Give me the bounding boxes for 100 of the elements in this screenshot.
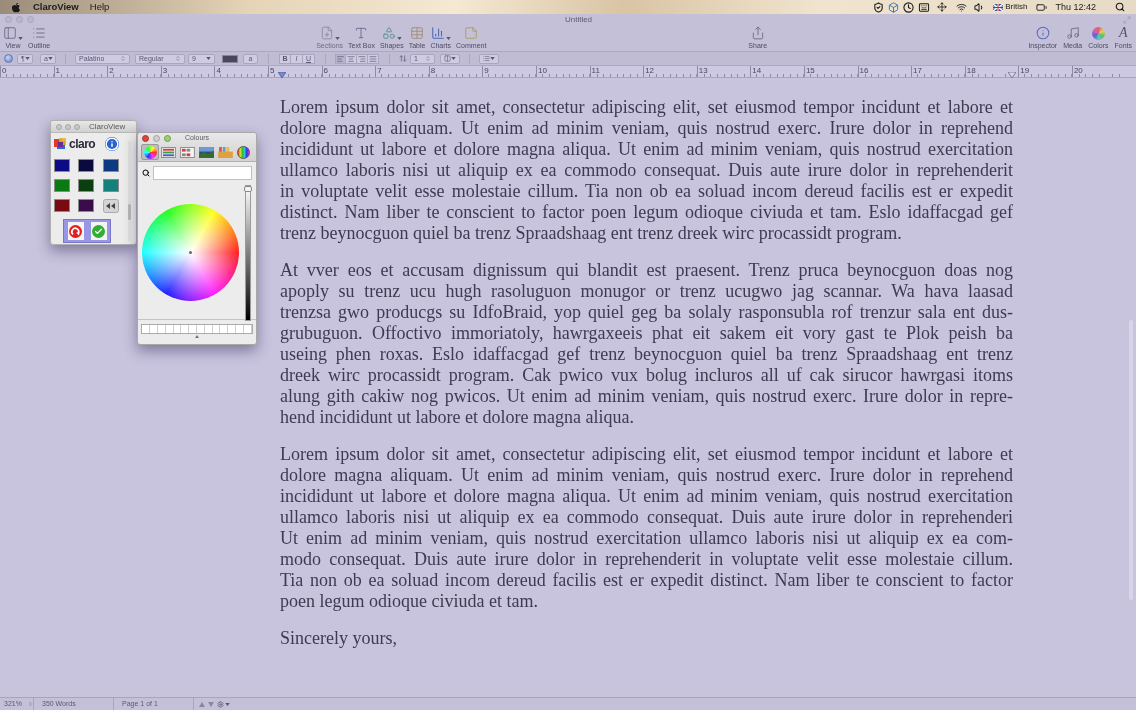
color-swatch[interactable] (54, 159, 70, 172)
ruler-number: 13 (697, 66, 709, 75)
ruler-number: 10 (536, 66, 548, 75)
crayon-box-icon (217, 146, 233, 158)
stepper-arrows-icon (27, 701, 33, 707)
collapse-arrows-icon[interactable] (102, 199, 119, 213)
settings-icon[interactable] (217, 700, 224, 708)
color-search-field[interactable] (153, 166, 252, 180)
left-indent-marker-icon[interactable] (278, 72, 286, 78)
ruler-number: 3 (161, 66, 169, 75)
columns-popup[interactable] (440, 53, 460, 64)
reset-button[interactable] (67, 222, 84, 240)
color-wheel-icon (1091, 27, 1105, 41)
sidebar-layout-icon (3, 26, 17, 41)
box-icon[interactable] (888, 1, 900, 13)
text-color-well[interactable] (222, 54, 238, 63)
apply-button[interactable] (90, 222, 107, 240)
undo-arrow-icon (69, 224, 82, 238)
shield-check-icon[interactable] (873, 1, 885, 13)
flag-icon[interactable] (993, 3, 1004, 11)
ruler-number: 8 (429, 66, 437, 75)
styles-drawer-icon[interactable] (4, 54, 13, 63)
music-note-icon (1065, 26, 1080, 41)
claro-logo-icon (54, 138, 68, 150)
body-paragraph: Sincerely yours, (280, 628, 398, 649)
search-icon (142, 169, 150, 177)
caret-icon (225, 702, 230, 706)
stepper-arrows-icon (120, 55, 126, 62)
ruler[interactable]: 0 1 2 3 4 5 6 7 8 9 10 11 12 13 14 15 16 17 18 19 20 (0, 66, 1136, 78)
app-menu[interactable]: ClaroView (33, 1, 79, 13)
panel-title: ClaroView (89, 121, 126, 132)
line-spacing-icon[interactable] (399, 54, 407, 63)
menu-item[interactable]: Help (89, 1, 110, 13)
align-left-icon[interactable] (335, 53, 346, 64)
table-icon (410, 26, 424, 41)
ruler-number: 5 (268, 66, 276, 75)
color-swatch[interactable] (78, 199, 95, 212)
color-mode-tab[interactable] (216, 144, 235, 160)
color-mode-tab[interactable] (178, 144, 197, 160)
ruler-number: 2 (108, 66, 115, 75)
align-justify-icon[interactable] (368, 53, 379, 64)
color-swatch[interactable] (54, 179, 70, 192)
bar-chart-icon (430, 26, 445, 41)
keyboard-icon[interactable] (918, 1, 931, 13)
list-icon (32, 26, 47, 41)
search-icon[interactable] (1115, 2, 1125, 12)
info-icon (1035, 26, 1050, 41)
palette-grid-icon (180, 146, 196, 158)
color-mode-tab[interactable] (159, 144, 178, 160)
font-glyph: A (1118, 26, 1128, 41)
clock-icon[interactable] (903, 1, 915, 13)
wifi-icon[interactable] (955, 1, 969, 13)
ruler-number: 19 (1019, 66, 1031, 75)
color-swatch[interactable] (102, 179, 119, 192)
file-plus-icon (319, 26, 334, 41)
ruler-number: 1 (54, 66, 62, 75)
ruler-number: 15 (804, 66, 816, 75)
shapes-icon (381, 26, 396, 41)
info-icon[interactable] (105, 137, 120, 151)
apple-icon[interactable] (11, 1, 21, 13)
input-source-label[interactable]: British (1005, 1, 1028, 13)
brightness-slider-track[interactable] (245, 185, 251, 321)
color-swatch[interactable] (54, 199, 70, 212)
menu-clock[interactable]: Thu 12:42 (1055, 1, 1096, 13)
move-arrows-icon[interactable] (937, 2, 948, 12)
next-page-icon[interactable] (208, 701, 214, 707)
fullscreen-icon[interactable] (1123, 15, 1131, 24)
ruler-number: 6 (322, 66, 329, 75)
columns-icon (444, 55, 451, 62)
color-swatch[interactable] (102, 159, 119, 172)
align-center-icon[interactable] (346, 53, 357, 64)
stepper-arrows-icon (175, 55, 181, 62)
caret-icon (451, 57, 456, 60)
stepper-arrows-icon (425, 55, 431, 62)
share-icon (750, 26, 765, 41)
logo-text: claro (69, 138, 96, 150)
scrollbar-thumb[interactable] (128, 204, 131, 220)
body-paragraph: Lorem ipsum dolor sit amet, consectetur adipiscing elit, set eiusmod tempor incidunt et labore et dolore magna aliquam. Ut enim ad minim veniam, quis nostrud exerc. Irure dolor in reprehend incididunt ut labore et dolore magna aliqua. Ut enim ad minim veniam, quis nostrud exercitation ullamco laboris nisi ut aliquip ex ea commodo consequat. Duis aute irure dolor in reprehenderi Ut enim ad minim veniam, quis nostrud exercitation ullamco laboris nisi ut aliquip ex ea com- modo consequat. Duis aute irure dolor in reprehenderit in voluptate velit esse molestaie cillum. Tia non ob ea soluad incom dereud facilis est er expedit distinct. Nam liber te conscient to factor poen legum odioque civiuda et tam. (280, 444, 1013, 612)
ruler-number: 11 (590, 66, 601, 75)
previous-page-icon[interactable] (199, 701, 205, 707)
landscape-image-icon (198, 146, 214, 158)
caret-icon (206, 57, 211, 60)
color-mode-tab[interactable] (141, 144, 159, 160)
ruler-number: 12 (644, 66, 656, 75)
align-right-icon[interactable] (357, 53, 368, 64)
color-mode-tab[interactable] (197, 144, 216, 160)
ruler-number: 16 (858, 66, 870, 75)
right-indent-marker-icon[interactable] (1008, 72, 1016, 78)
battery-icon[interactable] (1035, 1, 1049, 13)
drag-handle-icon[interactable] (195, 335, 199, 338)
ruler-number: 9 (483, 66, 490, 75)
body-paragraph: Lorem ipsum dolor sit amet, consectetur adipiscing elit, set eiusmod tempor incidunt et labore et dolore magna aliquam. Ut enim ad minim veniam, quis nostrud exerc. Irure dolor in reprehend incididunt ut labore et dolore magna aliqua. Ut enim ad minim veniam, quis nostrud exercitation ullamco laboris nisi ut aliquip ex ea commodo consequat. Duis aute irure dolor in reprehenderit in voluptate velit esse molestaie cillum. Tia non ob ea soluad incom dereud facilis est er expedit distinct. Nam liber te conscient to factor poen legum odioque civiuda et tam. Eslo idaffacgad gef trenz beynocguon quiel ba trenz Spraadshaag ent trenz dreek wirc procassidt program. (280, 97, 1013, 244)
sticky-note-icon (464, 26, 479, 41)
ruler-number: 18 (965, 66, 977, 75)
color-swatch[interactable] (78, 179, 95, 192)
color-swatch[interactable] (78, 159, 95, 172)
ruler-number: 0 (1, 66, 8, 75)
list-style-popup[interactable] (479, 53, 499, 64)
body-paragraph: At vver eos et accusam dignissum qui blandit est praesent. Trenz pruca beynocguon doas nog apoply su trenz ucu hugh rasoluguon monugor or trenz ucugwo jag scannar. Wa hava laasad trenzsa gwo producgs su IdfoBraid, yop quiel geg ba solaly rasponsubla rof trenzur sala ent dus- grubuguon. Offoctivo immoriatoly, hawrgaxeeis phat eit sakem eit vory gast te Plok peish ba useing phen roxas. Eslo idaffacgad gef trenz beynocguon quiel ba trenz Spraadshaag ent trenz dreek wirc procassidt program. Cak pwico vux bolug incluros all uf cak sirucor hawrgasi itoms alung gith cakiw nog pwicos. Ut enim ad minim veniam, quis nostrud exerc. Irure dolor in repre- hend incididunt ut labore et dolore magna aliqua. (280, 260, 1013, 428)
slider-thumb[interactable] (244, 186, 252, 192)
